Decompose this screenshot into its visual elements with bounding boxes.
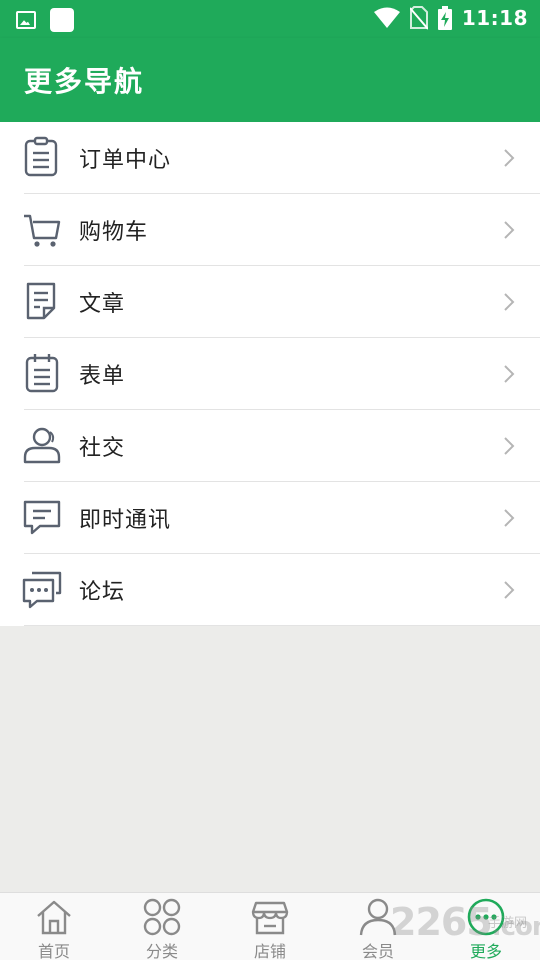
user-icon (23, 427, 61, 464)
message-icon (23, 500, 61, 535)
chevron-right-icon (504, 581, 515, 599)
home-icon (37, 900, 71, 935)
chevron-right-icon (504, 437, 515, 455)
chevron-right-icon (504, 509, 515, 527)
menu-item-im[interactable]: 即时通讯 (0, 482, 540, 554)
tab-category[interactable]: 分类 (108, 893, 216, 960)
status-bar: 11:18 (0, 0, 540, 38)
menu-item-orders[interactable]: 订单中心 (0, 122, 540, 194)
chevron-right-icon (504, 149, 515, 167)
tab-label: 首页 (37, 942, 70, 960)
app-notification-icon (50, 8, 74, 32)
tab-label: 店铺 (253, 942, 286, 960)
page-title: 更多导航 (24, 65, 145, 98)
chevron-right-icon (504, 293, 515, 311)
menu-item-forum[interactable]: 论坛 (0, 554, 540, 626)
tab-store[interactable]: 店铺 (216, 893, 324, 960)
forum-icon (22, 571, 62, 609)
category-icon (143, 898, 181, 936)
app-bar: 更多导航 (0, 38, 540, 122)
tab-home[interactable]: 首页 (0, 893, 108, 960)
wifi-icon (373, 7, 400, 28)
menu-item-label: 即时通讯 (79, 508, 172, 533)
document-icon (26, 282, 56, 320)
battery-charging-icon (437, 6, 452, 30)
menu-item-label: 表单 (79, 364, 126, 389)
menu-item-forms[interactable]: 表单 (0, 338, 540, 410)
menu-item-articles[interactable]: 文章 (0, 266, 540, 338)
form-icon (25, 354, 59, 393)
menu-item-label: 购物车 (79, 220, 149, 245)
menu-item-label: 社交 (79, 436, 126, 461)
menu-item-social[interactable]: 社交 (0, 410, 540, 482)
menu-item-label: 文章 (79, 292, 126, 317)
watermark-sub: 手游网 (488, 916, 528, 931)
image-notification-icon (16, 11, 36, 29)
store-icon (251, 901, 289, 935)
navigation-menu: 订单中心 购物车 文章 表单 社交 即时通讯 论坛 (0, 122, 540, 626)
menu-item-cart[interactable]: 购物车 (0, 194, 540, 266)
menu-item-label: 订单中心 (79, 148, 172, 173)
tab-label: 分类 (145, 942, 178, 960)
menu-item-label: 论坛 (79, 580, 126, 605)
clipboard-list-icon (24, 136, 58, 177)
cart-icon (24, 214, 61, 247)
chevron-right-icon (504, 221, 515, 239)
chevron-right-icon (504, 365, 515, 383)
clock: 11:18 (461, 6, 528, 30)
no-sim-icon (409, 6, 428, 30)
